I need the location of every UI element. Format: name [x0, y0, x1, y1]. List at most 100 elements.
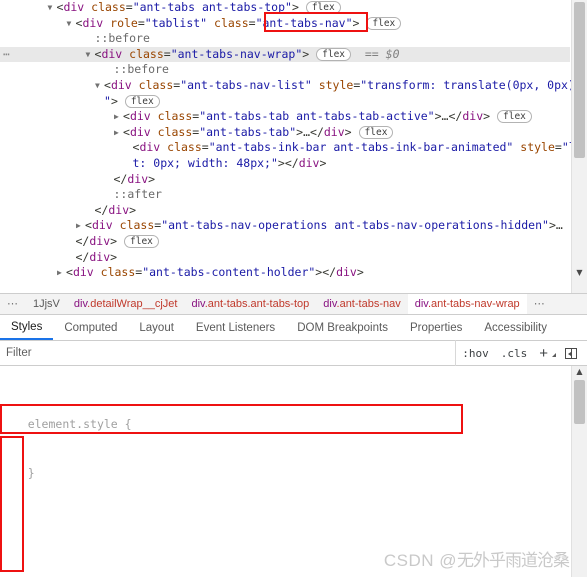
dom-tree-line[interactable]: <div class="ant-tabs-tab ant-tabs-tab-ac…: [0, 109, 570, 125]
dom-tree-line[interactable]: </div>: [0, 250, 570, 266]
dom-tree-line[interactable]: <div class="ant-tabs-ink-bar ant-tabs-in…: [0, 140, 587, 156]
dom-token-pseudo: ::before: [94, 31, 150, 46]
element-style-close: }: [27, 466, 35, 480]
dom-token-pun: >: [110, 249, 118, 264]
flex-badge[interactable]: flex: [316, 47, 352, 61]
dom-token-pun: </: [448, 109, 463, 124]
dom-breadcrumb[interactable]: ⋯ 1JjsV div.detailWrap__cjJet div.ant-tabs.…: [0, 293, 587, 315]
flex-badge[interactable]: flex: [124, 94, 160, 108]
new-style-rule-button[interactable]: +: [533, 345, 559, 362]
dom-token-tag: div: [139, 140, 161, 155]
breadcrumb-item-3[interactable]: div.ant-tabs-nav: [316, 294, 407, 314]
dom-token-tag: div: [298, 155, 320, 170]
dom-tree-line[interactable]: "> flex: [0, 94, 570, 110]
dom-tree-scrollbar[interactable]: ▼: [571, 0, 587, 293]
styles-pane[interactable]: element.style { } .ant-tabs > .ant-tabs-…: [0, 366, 572, 577]
breadcrumb-item-2[interactable]: div.ant-tabs.ant-tabs-top: [184, 294, 316, 314]
scroll-down-arrow-icon[interactable]: ▼: [572, 268, 587, 277]
dom-token-attn: class: [84, 0, 126, 14]
flex-badge[interactable]: flex: [497, 110, 532, 124]
tab-properties[interactable]: Properties: [399, 315, 473, 340]
breadcrumb-overflow-left[interactable]: ⋯: [0, 294, 26, 314]
filter-input[interactable]: [0, 340, 457, 366]
flex-badge[interactable]: flex: [366, 16, 402, 30]
flex-badge[interactable]: flex: [124, 234, 159, 248]
expand-triangle-right-icon[interactable]: [114, 125, 123, 141]
dom-tree-line[interactable]: ::after: [0, 187, 570, 203]
breadcrumb-item-1[interactable]: div.detailWrap__cjJet: [67, 294, 185, 314]
hov-button[interactable]: :hov: [456, 347, 495, 360]
dom-tree-line[interactable]: <div class="ant-tabs-tab">…</div> flex: [0, 125, 570, 141]
dom-token-tag: div: [63, 0, 85, 14]
scroll-up-arrow-icon[interactable]: ▲: [572, 367, 587, 376]
dom-token-attn: class: [160, 140, 202, 155]
flex-badge[interactable]: flex: [358, 125, 394, 139]
dom-tree-line[interactable]: ⋯<div class="ant-tabs-nav-wrap"> flex ==…: [0, 46, 570, 63]
dom-token-pun: >: [344, 124, 352, 139]
dom-tree-line[interactable]: <div class="ant-tabs-nav-list" style="tr…: [0, 77, 582, 94]
styles-pane-scrollbar[interactable]: ▲: [571, 366, 587, 577]
dom-token-attv: "ant-tabs-nav-list": [180, 77, 312, 92]
tab-layout[interactable]: Layout: [128, 315, 185, 340]
dom-token-tag: div: [323, 124, 345, 139]
dom-token-pun: <: [66, 265, 73, 280]
dom-tree-line[interactable]: ::before: [0, 31, 570, 47]
cls-button[interactable]: .cls: [495, 347, 534, 360]
toggle-sidebar-panel-button[interactable]: [559, 347, 583, 359]
rule-selector-line-1[interactable]: .ant-tabs > .ant-tabs-nav .ant-tabs-nav-…: [0, 564, 572, 577]
breadcrumb-tag: div: [73, 298, 88, 310]
dom-tree-line[interactable]: <div role="tablist" class="ant-tabs-nav"…: [0, 16, 570, 32]
tab-dom-breakpoints[interactable]: DOM Breakpoints: [286, 315, 399, 340]
dom-tree-line[interactable]: </div> flex: [0, 234, 570, 250]
dom-tree-line[interactable]: </div>: [0, 203, 570, 219]
breadcrumb-item-4[interactable]: div.ant-tabs-nav-wrap: [407, 294, 527, 314]
tab-styles[interactable]: Styles: [0, 315, 54, 340]
dom-tree-scrollbar-thumb[interactable]: [574, 2, 585, 158]
dom-token-attn: style: [311, 77, 354, 92]
styles-filter-bar[interactable]: :hov .cls +: [0, 340, 587, 366]
dom-tree-line[interactable]: </div>: [0, 172, 570, 188]
element-style-open[interactable]: element.style {: [0, 399, 572, 431]
dom-tree-panel[interactable]: <div class="ant-tabs ant-tabs-top"> flex…: [0, 0, 587, 293]
breadcrumb-item-0[interactable]: 1JjsV: [26, 294, 67, 314]
dom-tree-line[interactable]: ::before: [0, 62, 570, 78]
expand-triangle-down-icon[interactable]: [86, 47, 95, 63]
breadcrumb-overflow-right[interactable]: ⋯: [527, 294, 553, 314]
dom-token-attn: class: [150, 124, 193, 139]
dom-token-tag: div: [462, 109, 484, 124]
dom-tree-line[interactable]: t: 0px; width: 48px;"></div>: [0, 156, 570, 172]
expand-triangle-down-icon[interactable]: [67, 16, 76, 32]
expand-triangle-down-icon[interactable]: [95, 78, 104, 94]
expand-triangle-right-icon[interactable]: [57, 265, 66, 281]
dom-token-pun: >: [356, 265, 364, 280]
dom-token-pun: </: [94, 202, 109, 217]
dom-token-pun: </: [75, 233, 90, 248]
dom-token-tag: div: [91, 218, 113, 233]
expand-triangle-right-icon[interactable]: [76, 218, 85, 234]
dom-token-tag: div: [89, 249, 111, 264]
dom-token-attv: "ant-tabs-nav": [255, 15, 353, 30]
tab-event-listeners[interactable]: Event Listeners: [185, 315, 286, 340]
dom-token-tag: div: [129, 124, 151, 139]
tab-accessibility[interactable]: Accessibility: [473, 315, 558, 340]
dom-token-pun: >: [434, 109, 442, 124]
expand-triangle-right-icon[interactable]: [114, 109, 123, 125]
dom-token-attn: class: [131, 77, 174, 92]
styles-scrollbar-thumb[interactable]: [574, 380, 585, 424]
dom-token-pun: <: [104, 77, 111, 92]
dom-token-tag: div: [110, 77, 132, 92]
dom-tree[interactable]: <div class="ant-tabs ant-tabs-top"> flex…: [0, 0, 587, 293]
dom-tree-line[interactable]: <div class="ant-tabs-content-holder"></d…: [0, 265, 570, 281]
flex-badge[interactable]: flex: [305, 1, 341, 14]
dom-token-pun: =: [201, 140, 209, 155]
dom-tree-line[interactable]: <div class="ant-tabs ant-tabs-top"> flex: [0, 0, 570, 16]
tab-computed[interactable]: Computed: [53, 315, 128, 340]
no-triangle-spacer: [124, 140, 133, 156]
dom-token-pun: =: [554, 140, 562, 155]
dom-token-pun: >: [110, 93, 118, 108]
dom-tree-line[interactable]: <div class="ant-tabs-nav-operations ant-…: [0, 218, 570, 234]
panel-layout-icon: [565, 347, 577, 359]
expand-triangle-down-icon[interactable]: [48, 0, 57, 16]
no-triangle-spacer: [95, 94, 104, 110]
sidebar-tab-strip[interactable]: Styles Computed Layout Event Listeners DOM B…: [0, 315, 587, 341]
